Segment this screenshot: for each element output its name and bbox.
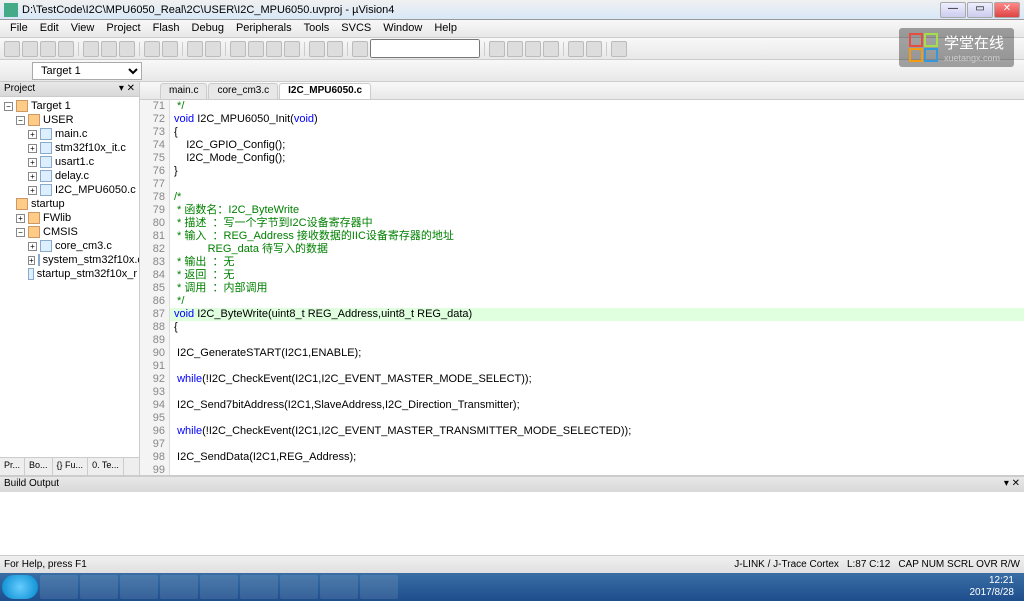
redo-icon[interactable] [162,41,178,57]
bp-kill-icon[interactable] [543,41,559,57]
editor-tabs: main.ccore_cm3.cI2C_MPU6050.c [140,82,1024,100]
taskbar-item[interactable] [280,575,318,599]
toolbar-build: Target 1 [0,60,1024,82]
menu-file[interactable]: File [4,20,34,37]
output-title: Build Output [4,478,59,491]
status-cursor: L:87 C:12 [847,559,890,570]
sidebar-tab[interactable]: Bo... [25,458,53,475]
taskbar-item[interactable] [240,575,278,599]
menu-edit[interactable]: Edit [34,20,65,37]
copy-icon[interactable] [101,41,117,57]
project-panel-title: Project [4,83,35,95]
taskbar-item[interactable] [80,575,118,599]
watermark-logo: 学堂在线 xuetangx.com [899,28,1014,67]
bookmark-icon[interactable] [230,41,246,57]
find-icon[interactable] [352,41,368,57]
editor-tab[interactable]: core_cm3.c [208,83,278,99]
editor-tab[interactable]: I2C_MPU6050.c [279,83,371,99]
project-tree[interactable]: −Target 1 −USER +main.c +stm32f10x_it.c … [0,97,139,457]
bookmark-prev-icon[interactable] [248,41,264,57]
taskbar-item[interactable] [40,575,78,599]
taskbar-item[interactable] [160,575,198,599]
line-gutter: 7172737475767778798081828384858687888990… [140,100,170,475]
app-icon [4,3,18,17]
sidebar-tab[interactable]: {} Fu... [53,458,89,475]
taskbar-item[interactable] [120,575,158,599]
taskbar-item[interactable] [200,575,238,599]
nav-back-icon[interactable] [187,41,203,57]
build-output-panel: Build Output ▾ ✕ [0,475,1024,555]
open-icon[interactable] [22,41,38,57]
undo-icon[interactable] [144,41,160,57]
status-indicators: CAP NUM SCRL OVR R/W [898,559,1020,570]
new-icon[interactable] [4,41,20,57]
menu-bar: FileEditViewProjectFlashDebugPeripherals… [0,20,1024,38]
menu-peripherals[interactable]: Peripherals [230,20,298,37]
close-button[interactable]: ✕ [994,2,1020,18]
window-icon[interactable] [568,41,584,57]
title-bar: D:\TestCode\I2C\MPU6050_Real\2C\USER\I2C… [0,0,1024,20]
nav-fwd-icon[interactable] [205,41,221,57]
menu-view[interactable]: View [65,20,101,37]
menu-flash[interactable]: Flash [147,20,186,37]
taskbar-item[interactable] [320,575,358,599]
bookmark-clear-icon[interactable] [284,41,300,57]
status-help: For Help, press F1 [4,559,734,570]
save-icon[interactable] [40,41,56,57]
tools-icon[interactable] [611,41,627,57]
output-toggle-icon[interactable]: ▾ ✕ [1004,478,1020,491]
bp-icon[interactable] [507,41,523,57]
window-title: D:\TestCode\I2C\MPU6050_Real\2C\USER\I2C… [22,4,940,16]
menu-project[interactable]: Project [100,20,146,37]
project-panel: Project ▾ ✕ −Target 1 −USER +main.c +stm3… [0,82,140,475]
bookmark-next-icon[interactable] [266,41,282,57]
paste-icon[interactable] [119,41,135,57]
find-combo[interactable] [370,39,480,58]
output-body[interactable] [0,492,1024,557]
menu-svcs[interactable]: SVCS [335,20,377,37]
minimize-button[interactable]: — [940,2,966,18]
sidebar-tab[interactable]: Pr... [0,458,25,475]
code-editor[interactable]: 7172737475767778798081828384858687888990… [140,100,1024,475]
sidebar-tab[interactable]: 0. Te... [88,458,124,475]
debug-icon[interactable] [489,41,505,57]
editor-tab[interactable]: main.c [160,83,207,99]
taskbar-item[interactable] [360,575,398,599]
windows-taskbar[interactable]: 12:212017/8/28 [0,573,1024,601]
indent-icon[interactable] [309,41,325,57]
sidebar-tabs[interactable]: Pr...Bo...{} Fu...0. Te... [0,457,139,475]
menu-help[interactable]: Help [428,20,463,37]
bp-disable-icon[interactable] [525,41,541,57]
menu-tools[interactable]: Tools [298,20,336,37]
start-button[interactable] [2,575,38,599]
outdent-icon[interactable] [327,41,343,57]
code-lines[interactable]: */void I2C_MPU6050_Init(void){ I2C_GPIO_… [170,100,1024,475]
panel-toggle-icon[interactable]: ▾ ✕ [119,83,135,95]
maximize-button[interactable]: ▭ [967,2,993,18]
status-debugger: J-LINK / J-Trace Cortex [734,559,839,570]
target-selector[interactable]: Target 1 [32,62,142,80]
menu-debug[interactable]: Debug [186,20,230,37]
status-bar: For Help, press F1 J-LINK / J-Trace Cort… [0,555,1024,573]
cut-icon[interactable] [83,41,99,57]
config-icon[interactable] [586,41,602,57]
menu-window[interactable]: Window [377,20,428,37]
saveall-icon[interactable] [58,41,74,57]
system-tray[interactable]: 12:212017/8/28 [962,575,1023,599]
toolbar-main [0,38,1024,60]
